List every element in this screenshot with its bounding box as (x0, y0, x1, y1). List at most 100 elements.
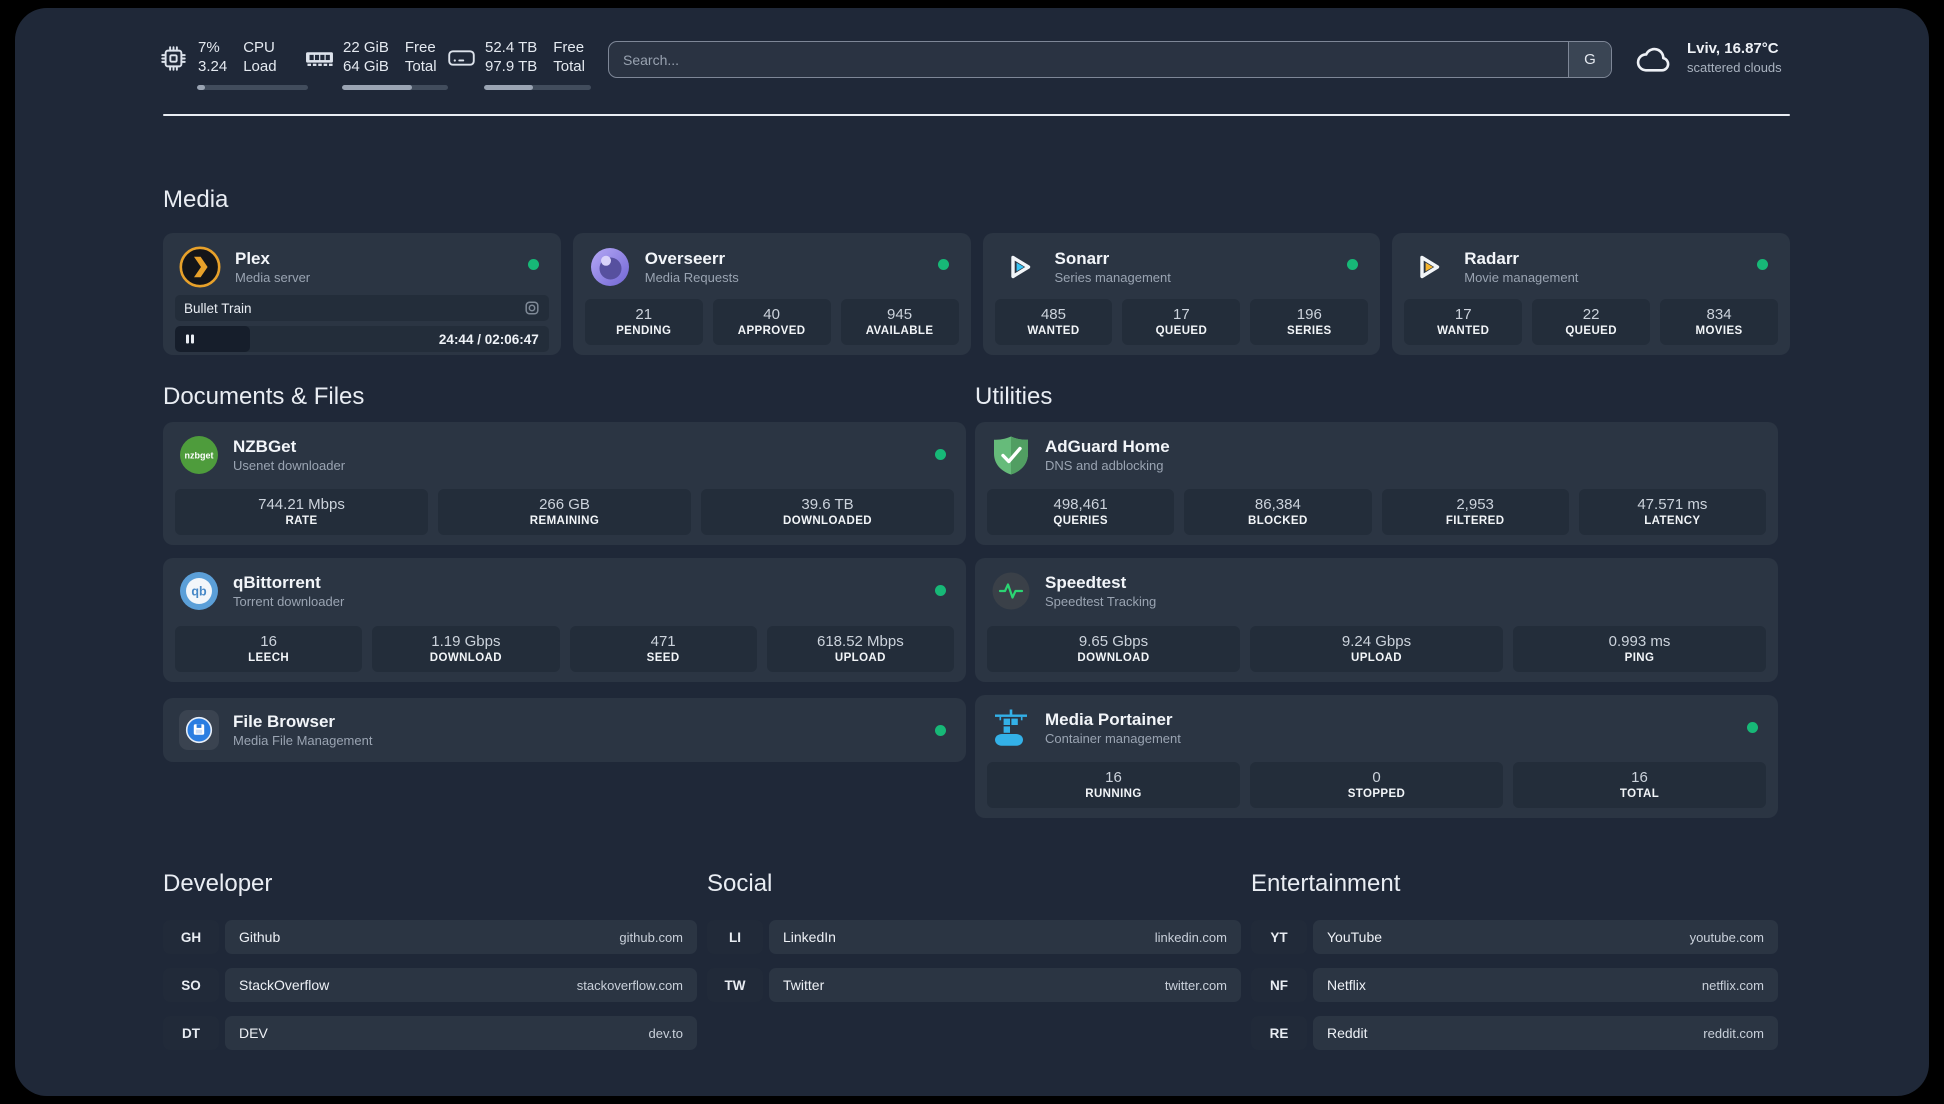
stat-tile: 16 TOTAL (1513, 762, 1766, 808)
dashboard-panel: 7% 3.24 CPU Load 22 GiB 64 GiB Free Tota… (15, 8, 1929, 1096)
weather-location-temp: Lviv, 16.87°C (1687, 40, 1779, 57)
link-name: Github (239, 929, 281, 945)
app-name: Speedtest (1045, 573, 1127, 592)
nzbget-card[interactable]: nzbget NZBGet Usenet downloader 744.21 M… (163, 422, 966, 545)
stat-tile: 0.993 ms PING (1513, 626, 1766, 672)
overseerr-icon (589, 246, 631, 288)
link-row-reddit[interactable]: RE Reddit reddit.com (1251, 1016, 1778, 1050)
link-row-stackoverflow[interactable]: SO StackOverflow stackoverflow.com (163, 968, 697, 1002)
section-heading-utilities: Utilities (975, 383, 1053, 410)
app-description: Media File Management (233, 733, 373, 748)
filebrowser-card[interactable]: File Browser Media File Management (163, 698, 966, 762)
app-description: Speedtest Tracking (1045, 594, 1157, 609)
status-online-dot (1757, 259, 1768, 270)
link-row-youtube[interactable]: YT YouTube youtube.com (1251, 920, 1778, 954)
stat-tile: 485 WANTED (994, 299, 1113, 345)
stat-label: DOWNLOAD (1077, 652, 1150, 664)
dev-abbr-icon: DT (163, 1016, 219, 1050)
stat-label: LEECH (248, 652, 290, 664)
stat-label: SERIES (1287, 325, 1332, 337)
stat-label: TOTAL (1619, 788, 1660, 800)
link-name: Twitter (783, 977, 825, 993)
plex-card[interactable]: Plex Media server Bullet Train 24:44 / 0… (163, 233, 561, 355)
link-row-twitter[interactable]: TW Twitter twitter.com (707, 968, 1241, 1002)
stat-label: BLOCKED (1248, 515, 1308, 527)
stat-value: 17 (1173, 306, 1190, 323)
app-name: File Browser (233, 712, 336, 731)
stat-tile: 21 PENDING (584, 299, 703, 345)
status-online-dot (937, 259, 949, 270)
stat-tile: 40 APPROVED (712, 299, 831, 345)
disk-total-label: Total (553, 58, 585, 75)
now-playing-title: Bullet Train (184, 300, 252, 316)
adguard-card[interactable]: AdGuard Home DNS and adblocking 498,461 … (975, 422, 1778, 545)
radarr-card[interactable]: Radarr Movie management 17 WANTED 22 QUE… (1392, 233, 1790, 355)
cpu-load-label: Load (243, 58, 277, 75)
svg-text:qb: qb (191, 585, 207, 599)
media-cards-grid: Plex Media server Bullet Train 24:44 / 0… (163, 233, 1790, 355)
stat-value: 17 (1454, 306, 1472, 323)
radarr-icon (1408, 246, 1450, 288)
cpu-percent: 7% (198, 39, 220, 56)
app-name: qBittorrent (233, 573, 321, 592)
stat-label: WANTED (1027, 325, 1080, 337)
link-row-netflix[interactable]: NF Netflix netflix.com (1251, 968, 1778, 1002)
app-description: Movie management (1464, 270, 1579, 285)
stat-label: REMAINING (529, 515, 600, 527)
search-provider-button[interactable]: G (1568, 42, 1611, 77)
disk-usage-widget: 52.4 TB 97.9 TB Free Total (447, 38, 591, 90)
stat-tile: 39.6 TB DOWNLOADED (701, 489, 954, 535)
app-description: Series management (1054, 270, 1171, 285)
stat-tile: 196 SERIES (1250, 299, 1369, 345)
stat-tile: 17 QUEUED (1122, 299, 1241, 345)
stat-value: 1.19 Gbps (431, 633, 501, 650)
link-name: Reddit (1327, 1025, 1368, 1041)
overseerr-card[interactable]: Overseerr Media Requests 21 PENDING 40 A… (572, 233, 971, 355)
disk-icon (447, 45, 475, 90)
memory-total-label: Total (404, 58, 437, 75)
search-input[interactable] (609, 42, 1568, 77)
social-links-column: Social LI LinkedIn linkedin.com TW Twitt… (707, 870, 1241, 1016)
stat-tile: 16 RUNNING (987, 762, 1240, 808)
link-row-dev[interactable]: DT DEV dev.to (163, 1016, 697, 1050)
stat-value: 834 (1706, 306, 1732, 323)
memory-free-label: Free (404, 39, 436, 56)
stat-value: 0.993 ms (1608, 633, 1671, 650)
stat-label: AVAILABLE (865, 325, 934, 337)
stat-value: 16 (1105, 769, 1122, 786)
link-name: LinkedIn (783, 929, 836, 945)
qbittorrent-card[interactable]: qb qBittorrent Torrent downloader 16 LEE… (163, 558, 966, 682)
stat-tile: 16 LEECH (175, 626, 363, 672)
topbar-divider (163, 114, 1790, 116)
link-url: reddit.com (1703, 1025, 1764, 1041)
app-description: Container management (1045, 731, 1181, 746)
stat-value: 21 (635, 306, 653, 323)
weather-condition: scattered clouds (1687, 60, 1782, 75)
stat-value: 86,384 (1254, 496, 1301, 513)
speedtest-card[interactable]: Speedtest Speedtest Tracking 9.65 Gbps D… (975, 558, 1778, 682)
stat-label: QUERIES (1053, 515, 1108, 527)
video-icon (524, 300, 540, 316)
portainer-card[interactable]: Media Portainer Container management 16 … (975, 695, 1778, 818)
plex-icon (179, 246, 221, 288)
sonarr-card[interactable]: Sonarr Series management 485 WANTED 17 Q… (982, 233, 1381, 355)
stat-tile: 744.21 Mbps RATE (175, 489, 428, 535)
disk-total-value: 97.9 TB (485, 58, 538, 75)
github-abbr-icon: GH (163, 920, 219, 954)
stat-tile: 9.65 Gbps DOWNLOAD (987, 626, 1240, 672)
link-row-github[interactable]: GH Github github.com (163, 920, 697, 954)
stat-label: UPLOAD (1351, 652, 1402, 664)
link-row-linkedin[interactable]: LI LinkedIn linkedin.com (707, 920, 1241, 954)
disk-free-value: 52.4 TB (485, 39, 538, 56)
stat-tile: 22 QUEUED (1532, 299, 1651, 345)
stat-label: PENDING (616, 325, 672, 337)
screenshot-stage: 7% 3.24 CPU Load 22 GiB 64 GiB Free Tota… (0, 0, 1944, 1104)
stat-value: 744.21 Mbps (258, 496, 345, 513)
filebrowser-icon (179, 710, 219, 750)
qbittorrent-icon: qb (179, 571, 219, 611)
cpu-label: CPU (243, 39, 275, 56)
app-name: NZBGet (233, 437, 297, 456)
link-name: Netflix (1327, 977, 1366, 993)
app-name: Overseerr (644, 249, 726, 268)
stat-tile: 498,461 QUERIES (987, 489, 1175, 535)
